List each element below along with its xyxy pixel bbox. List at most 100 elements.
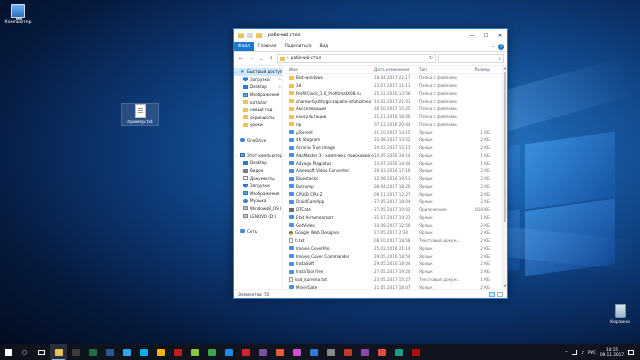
recent-locations-button[interactable]: ⌄: [257, 56, 265, 62]
column-header-date[interactable]: Дата изменения: [374, 67, 419, 72]
taskbar-app-app-purple[interactable]: [356, 344, 373, 360]
file-row[interactable]: Advego Plagiatus 13.07.2016 14:44 Ярлык 1 К…: [283, 159, 507, 167]
file-row[interactable]: Imovie CoverPro 25.02.2016 21:14 Ярлык 2 КБ: [283, 245, 507, 253]
column-header-size[interactable]: Размер: [464, 67, 492, 72]
taskbar-app-acrobat[interactable]: [407, 344, 424, 360]
taskbar-app-itunes[interactable]: [288, 344, 305, 360]
nav-item[interactable]: › OneDrive: [234, 136, 282, 144]
file-row[interactable]: h.txt 08.10.2017 18:58 Текстовый докум... 2…: [283, 237, 507, 245]
taskbar-app-camtasia[interactable]: [203, 344, 220, 360]
file-row[interactable]: Etxt Антиплагиат 31.07.2017 19:21 Ярлык 1 К…: [283, 214, 507, 222]
refresh-icon[interactable]: ↻: [427, 56, 435, 61]
file-row[interactable]: DroidCamApp 27.05.2017 18:04 Ярлык 2 КБ: [283, 198, 507, 206]
language-indicator[interactable]: РУС: [588, 350, 596, 355]
nav-item[interactable]: Загрузки: [234, 182, 282, 190]
file-row[interactable]: Аксселерация 30.10.2017 15:25 Папка с файл…: [283, 105, 507, 113]
taskbar-app-app-red-2[interactable]: [373, 344, 390, 360]
nav-item[interactable]: скриншоты: [234, 114, 282, 122]
nav-item[interactable]: ⌄ Этот компьютер: [234, 152, 282, 160]
vertical-scrollbar[interactable]: ▲ ▼: [502, 66, 507, 289]
nav-item[interactable]: ⌄ ★ Быстрый доступ: [234, 68, 282, 76]
file-row[interactable]: Google Web Designer 27.05.2017 2:34 Ярлык 2…: [283, 229, 507, 237]
clock[interactable]: 14:15 09.11.2017: [600, 347, 624, 357]
file-row[interactable]: Aiseesoft Video Converter 26.03.2016 17:1…: [283, 167, 507, 175]
desktop-icon-recycle-bin[interactable]: Корзина: [602, 304, 638, 325]
tab-share[interactable]: Поделиться: [280, 42, 315, 51]
nav-item[interactable]: Музыка: [234, 197, 282, 205]
nav-item[interactable]: Desktop ✎: [234, 83, 282, 91]
taskbar-app-app-blue[interactable]: [305, 344, 322, 360]
nav-item[interactable]: Desktop: [234, 159, 282, 167]
file-row[interactable]: AdsMaster 3 - комплекс поисковой опт...1…: [283, 152, 507, 160]
large-icons-view-icon[interactable]: [497, 291, 503, 297]
nav-item[interactable]: каталог: [234, 98, 282, 106]
expand-ribbon-icon[interactable]: ⌄: [491, 44, 495, 49]
search-button[interactable]: ○: [16, 344, 33, 360]
file-row[interactable]: DTCate 27.05.2017 19:02 Приложение 818 КБ: [283, 206, 507, 214]
taskbar-app-calculator[interactable]: [67, 344, 84, 360]
nav-item[interactable]: LENOVO (D:): [234, 212, 282, 220]
task-view-button[interactable]: [33, 344, 50, 360]
file-row[interactable]: InstaSoft 29.05.2016 18:04 Ярлык 2 КБ: [283, 260, 507, 268]
notifications-icon[interactable]: [628, 349, 634, 355]
taskbar-app-dropbox[interactable]: [220, 344, 237, 360]
minimize-button[interactable]: —: [465, 29, 479, 42]
nav-item[interactable]: Видео: [234, 167, 282, 175]
start-button[interactable]: [0, 344, 16, 360]
taskbar-app-app-red[interactable]: [339, 344, 356, 360]
tab-view[interactable]: Вид: [315, 42, 332, 51]
file-row[interactable]: Bluestacks 12.08.2016 19:11 Ярлык 2 КБ: [283, 175, 507, 183]
nav-item[interactable]: Изображения: [234, 190, 282, 198]
file-row[interactable]: консультации 21.11.2016 18:00 Папка с файл…: [283, 113, 507, 121]
scroll-up-icon[interactable]: ▲: [503, 66, 507, 71]
chevron-right-icon[interactable]: ›: [234, 138, 238, 142]
nav-item[interactable]: Windows8_OS (C:): [234, 205, 282, 213]
search-input[interactable]: ⌕: [438, 54, 504, 63]
taskbar-app-word[interactable]: [101, 344, 118, 360]
taskbar-app-notepad-plus[interactable]: [186, 344, 203, 360]
file-row[interactable]: Bist-windows 18.04.2017 22:17 Папка с файл…: [283, 74, 507, 82]
tray-expand-icon[interactable]: ⌃: [565, 350, 569, 355]
chevron-right-icon[interactable]: ⌄: [234, 153, 238, 157]
chevron-right-icon[interactable]: ›: [234, 229, 238, 233]
taskbar-app-file-explorer[interactable]: [50, 344, 67, 360]
file-row[interactable]: ProfitClock_1.0_ProfitmatX08.ru 25.12.201…: [283, 90, 507, 98]
nav-item[interactable]: новый год: [234, 106, 282, 114]
volume-icon[interactable]: ♪: [581, 350, 584, 355]
details-view-icon[interactable]: [489, 291, 495, 297]
tab-home[interactable]: Главная: [254, 42, 281, 51]
help-icon[interactable]: ?: [498, 43, 504, 50]
up-button[interactable]: ↑: [267, 56, 275, 62]
taskbar-app-filezilla[interactable]: [169, 344, 186, 360]
file-row[interactable]: Bvtrump 08.04.2017 18:20 Ярлык 2 КБ: [283, 183, 507, 191]
scroll-thumb[interactable]: [504, 72, 506, 222]
chevron-right-icon[interactable]: ⌄: [234, 70, 238, 74]
file-row[interactable]: µTorrent 31.10.2017 14:15 Ярлык 1 КБ: [283, 128, 507, 136]
file-row[interactable]: GetVideo 10.09.2017 12:56 Ярлык 2 КБ: [283, 221, 507, 229]
file-row[interactable]: sharew-6yzthcgo-zapolla-infobizmea 14.02.…: [283, 97, 507, 105]
nav-item[interactable]: Документы: [234, 174, 282, 182]
column-header-type[interactable]: Тип: [419, 67, 464, 72]
maximize-button[interactable]: ☐: [479, 29, 493, 42]
taskbar-app-skype[interactable]: [135, 344, 152, 360]
file-row[interactable]: Acronis True Image 24.02.2017 15:13 Ярлык 2…: [283, 144, 507, 152]
back-button[interactable]: ←: [237, 56, 245, 62]
tab-file[interactable]: Файл: [234, 42, 254, 51]
taskbar-app-opera[interactable]: [237, 344, 254, 360]
nav-item[interactable]: Изображения✎: [234, 91, 282, 99]
desktop-icon-textfile[interactable]: пример.txt: [121, 103, 159, 126]
file-row[interactable]: InstaTool free 27.05.2017 19:20 Ярлык 2 КБ: [283, 268, 507, 276]
file-row[interactable]: kod_kurrena.txt 23.05.2017 15:27 Текстовый…: [283, 276, 507, 284]
column-header-name[interactable]: Имя: [283, 67, 374, 72]
file-row[interactable]: CPUID CPU-Z 09.11.2017 12:27 Ярлык 2 КБ: [283, 190, 507, 198]
taskbar-app-chrome[interactable]: [152, 344, 169, 360]
file-row[interactable]: 4K Stogram 22.08.2017 13:52 Ярлык 2 КБ: [283, 136, 507, 144]
taskbar-app-viber[interactable]: [254, 344, 271, 360]
file-row[interactable]: пр 07.12.2016 20:44 Папка с файлами: [283, 121, 507, 129]
desktop-icon-computer[interactable]: Компьютер: [0, 4, 36, 25]
nav-item[interactable]: Загрузки ✎: [234, 76, 282, 84]
nav-item[interactable]: › Сеть: [234, 227, 282, 235]
network-icon[interactable]: [572, 349, 578, 355]
new-folder-icon[interactable]: [256, 33, 262, 38]
taskbar-app-excel[interactable]: [84, 344, 101, 360]
